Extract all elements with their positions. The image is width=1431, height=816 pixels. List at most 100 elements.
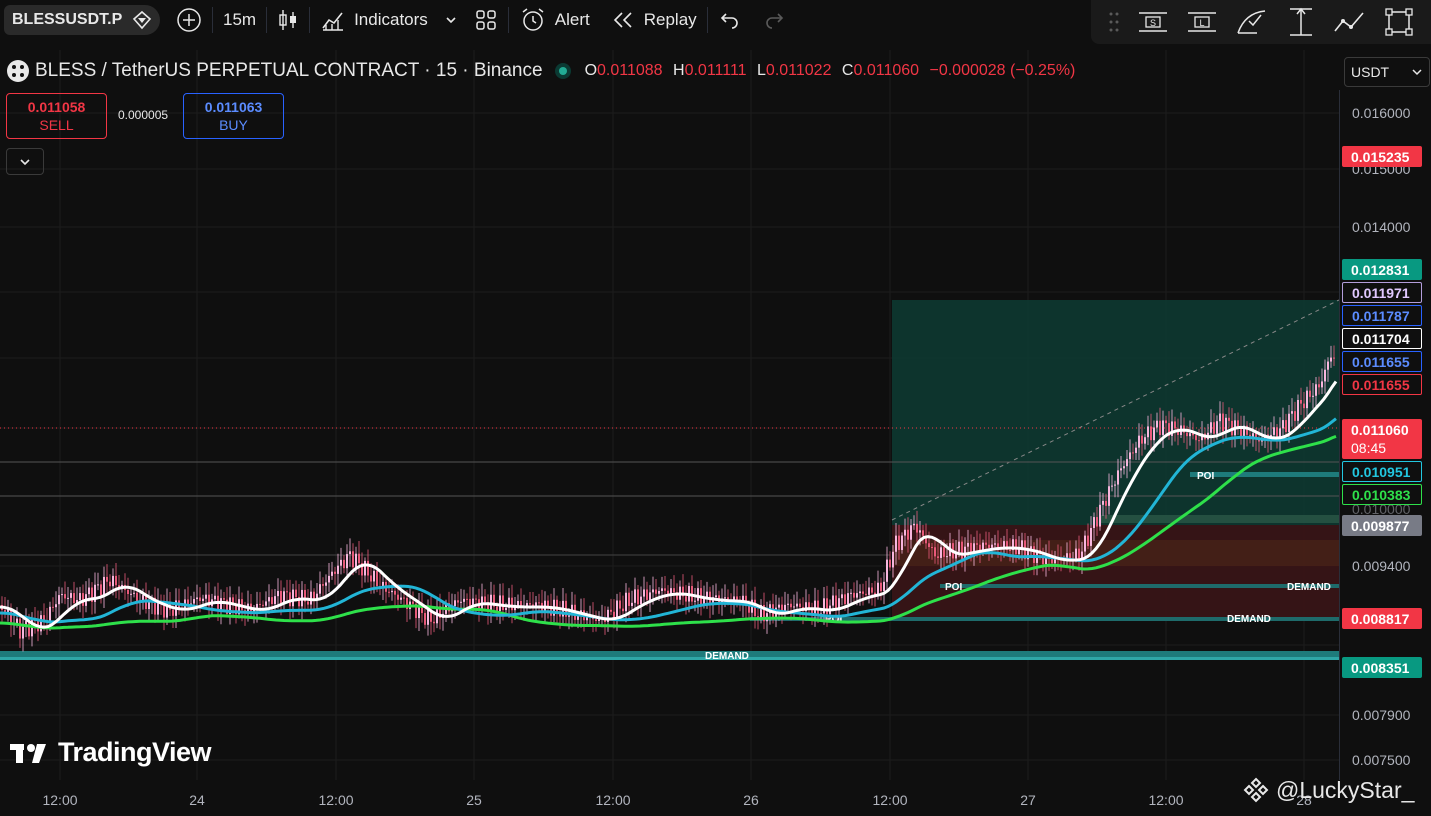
chart-title[interactable]: BLESS / TetherUS PERPETUAL CONTRACT · 15… [35,60,543,82]
redo-icon [765,13,783,29]
symbol-search-button[interactable]: BLESSUSDT.P [4,5,124,35]
candle-body [67,597,69,599]
long-position-icon[interactable]: L [1186,7,1218,37]
demand-label: DEMAND [705,651,749,662]
buy-label: BUY [219,117,248,133]
measure-icon[interactable] [1286,6,1316,38]
redo-button[interactable] [752,0,796,40]
tradingview-logo-icon [10,743,46,763]
candle-body [1114,484,1116,486]
fib-icon[interactable] [1235,7,1269,37]
candle-body [1093,517,1095,529]
demand-label: DEMAND [1287,582,1331,593]
open-value: 0.011088 [597,62,663,79]
poi-zone-bar [940,584,1339,588]
alert-button[interactable]: Alert [509,0,600,40]
time-label: 12:00 [1148,792,1184,808]
candle-body [1330,357,1332,362]
currency-select[interactable]: USDT [1344,57,1430,87]
plus-circle-icon [177,8,201,32]
time-label: 25 [466,792,482,808]
candle-body [70,593,72,598]
indicators-label: Indicators [354,10,428,29]
short-position-icon[interactable]: S [1137,7,1169,37]
candle-body [850,592,852,594]
candle-body [931,547,933,549]
low-value: 0.011022 [765,62,832,79]
candle-body [880,582,882,592]
tradingview-logo[interactable]: TradingView [10,737,212,768]
fullscreen-icon[interactable] [1384,7,1414,37]
templates-icon [476,10,496,30]
indicators-dropdown[interactable] [438,0,464,40]
candle-body [883,581,885,592]
price-chart[interactable]: DEMANDPOI DEMANDPOI DEMANDPOI [0,44,1339,780]
candle-body [862,591,864,594]
candle-body [1285,420,1287,433]
top-toolbar: BLESSUSDT.P 15m Indicators Alert Replay … [0,0,1431,44]
candle-body [466,598,468,600]
demand-label: DEMAND [1227,614,1271,625]
replay-button[interactable]: Replay [600,0,707,40]
chart-type-button[interactable] [267,0,309,40]
candle-body [19,618,21,639]
change-value: −0.000028 (−0.25%) [929,62,1076,79]
candle-body [106,576,108,582]
candle-body [640,596,642,605]
symbol-name: BLESSUSDT.P [12,11,123,28]
candle-body [793,606,795,608]
market-status-icon [554,63,571,79]
candle-body [844,594,846,605]
candle-body [274,596,276,604]
candle-body [1117,470,1119,485]
candle-body [286,591,288,593]
candle-body [1186,432,1188,437]
candle-body [1090,528,1092,546]
sell-button[interactable]: 0.011058 SELL [6,93,107,139]
interval-button[interactable]: 15m [213,0,266,40]
candle-body [1198,440,1200,442]
candle-body [1300,399,1302,404]
candle-body [1225,417,1227,432]
buy-button[interactable]: 0.011063 BUY [183,93,284,139]
candle-body [898,535,900,550]
candle-body [886,559,888,582]
drag-handle-icon[interactable] [1108,11,1120,33]
diamond-button[interactable] [124,5,160,35]
candle-body [475,598,477,600]
candle-body [1189,433,1191,437]
candle-body [502,595,504,611]
candle-body [1291,411,1293,414]
collapse-legend-button[interactable] [6,148,44,175]
templates-button[interactable] [464,0,508,40]
candle-body [1135,447,1137,453]
candle-body [625,592,627,612]
undo-button[interactable] [708,0,752,40]
price-tag: 0.012831 [1342,259,1422,280]
candle-body [610,609,612,612]
candle-body [271,597,273,604]
chevron-down-icon [20,158,30,165]
candle-body [412,601,414,604]
candle-body [109,581,111,587]
trend-icon[interactable] [1333,9,1367,35]
candle-body [1210,422,1212,433]
candle-body [127,589,129,595]
indicators-button[interactable]: Indicators [310,0,438,40]
candle-body [1120,468,1122,471]
candle-body [205,594,207,599]
candle-body [814,600,816,615]
candle-body [1309,390,1311,397]
candle-body [1213,422,1215,434]
candle-body [1126,459,1128,467]
candle-body [292,589,294,607]
candle-body [736,596,738,600]
add-symbol-button[interactable] [166,0,212,40]
drawing-toolbar: S L [1091,0,1431,44]
candle-body [568,615,570,617]
candle-body [1138,435,1140,448]
sell-price: 0.011058 [27,99,86,115]
candle-body [940,547,942,558]
candle-body [1303,403,1305,409]
candle-body [1282,420,1284,429]
